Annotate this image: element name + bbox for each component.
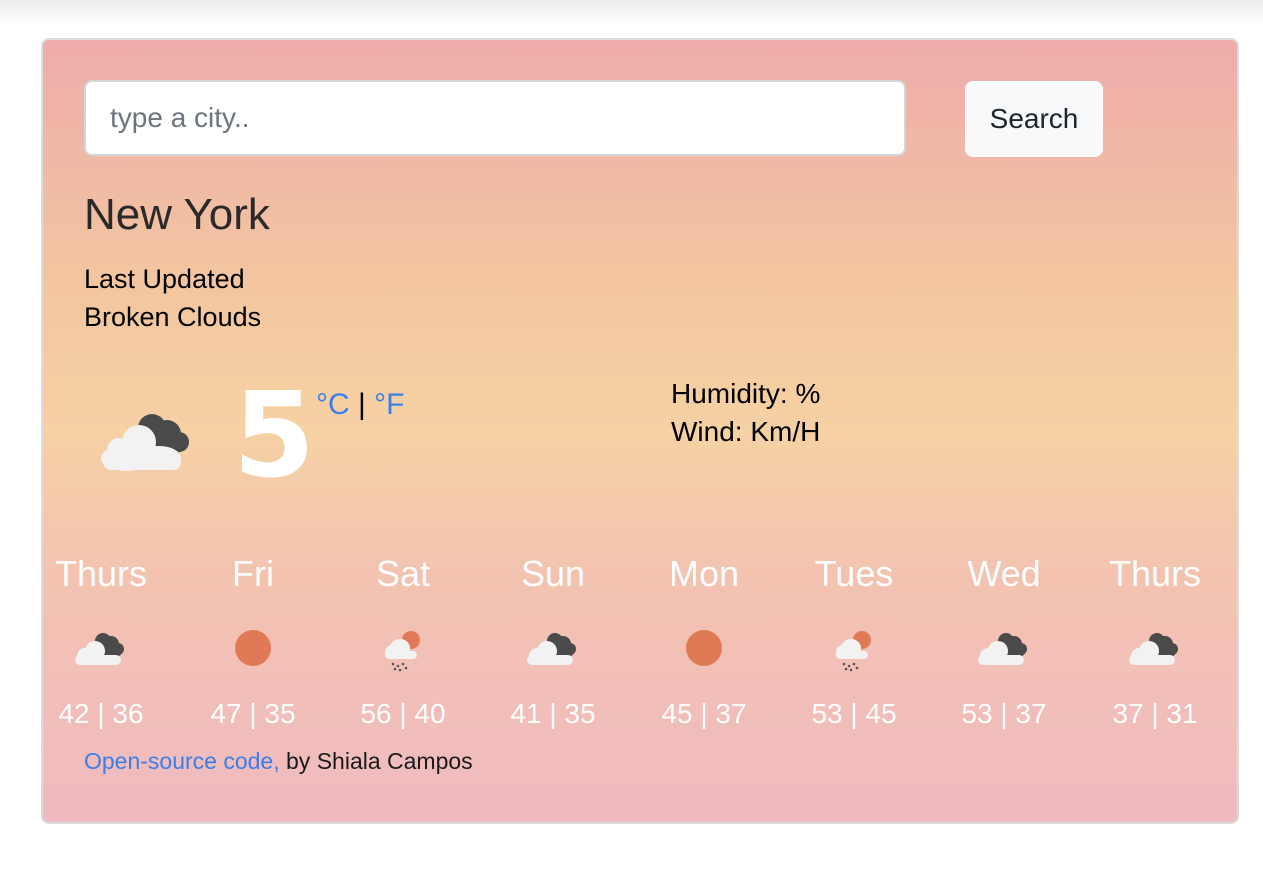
last-updated-text: Last Updated xyxy=(84,264,245,294)
forecast-high-low: 53 | 45 xyxy=(811,698,897,729)
broken-clouds-icon xyxy=(527,633,576,665)
search-button[interactable]: Search xyxy=(965,81,1103,157)
forecast-day-name: Wed xyxy=(967,553,1041,594)
forecast-row: Thurs 42 | 36 Fri 47 | 35 Sat 56 | 40 Sun 41 | … xyxy=(43,552,1237,742)
forecast-high-low: 41 | 35 xyxy=(510,698,596,729)
rain-sun-icon xyxy=(385,631,420,672)
forecast-day-name: Sat xyxy=(375,553,431,594)
unit-separator: | xyxy=(358,388,366,421)
forecast-day: Fri 47 | 35 xyxy=(178,552,328,730)
broken-clouds-icon xyxy=(101,414,189,471)
forecast-day: Wed 53 | 37 xyxy=(929,552,1079,730)
weather-app-card: Search New York Last Updated Broken Clou… xyxy=(41,38,1239,824)
forecast-day-name: Fri xyxy=(232,553,274,594)
current-temperature: 5 xyxy=(233,366,316,504)
forecast-high-low: 37 | 31 xyxy=(1112,698,1198,729)
broken-clouds-icon xyxy=(1129,633,1178,665)
forecast-day-name: Sun xyxy=(520,553,586,594)
fahrenheit-link[interactable]: °F xyxy=(374,388,404,421)
browser-top-shadow xyxy=(0,0,1263,24)
broken-clouds-icon xyxy=(75,633,124,665)
sun-icon xyxy=(235,630,271,666)
city-search-input[interactable] xyxy=(84,80,906,156)
broken-clouds-icon xyxy=(978,633,1027,665)
forecast-high-low: 42 | 36 xyxy=(58,698,144,729)
forecast-day-name: Tues xyxy=(814,553,894,594)
forecast-day: Mon 45 | 37 xyxy=(629,552,779,730)
open-source-link[interactable]: Open-source code, xyxy=(84,748,280,774)
city-name: New York xyxy=(84,190,270,239)
sun-icon xyxy=(686,630,722,666)
forecast-high-low: 53 | 37 xyxy=(961,698,1047,729)
forecast-high-low: 56 | 40 xyxy=(360,698,446,729)
humidity-text: Humidity: % xyxy=(671,378,821,409)
weather-description: Broken Clouds xyxy=(84,302,262,332)
unit-toggle: °C | °F xyxy=(316,388,404,422)
forecast-day: Thurs 42 | 36 xyxy=(43,552,176,730)
celsius-link[interactable]: °C xyxy=(316,388,350,421)
forecast-high-low: 47 | 35 xyxy=(210,698,296,729)
forecast-high-low: 45 | 37 xyxy=(661,698,747,729)
forecast-day: Sat 56 | 40 xyxy=(328,552,478,730)
footer-credit: Open-source code, by Shiala Campos xyxy=(84,748,473,775)
rain-sun-icon xyxy=(836,631,871,672)
wind-text: Wind: Km/H xyxy=(671,416,821,447)
forecast-day-name: Mon xyxy=(668,553,740,594)
forecast-day-name: Thurs xyxy=(1108,553,1202,594)
forecast-day-name: Thurs xyxy=(54,553,148,594)
forecast-day: Tues 53 | 45 xyxy=(779,552,929,730)
author-credit: by Shiala Campos xyxy=(279,748,473,774)
forecast-day: Thurs 37 | 31 xyxy=(1080,552,1230,730)
forecast-day: Sun 41 | 35 xyxy=(478,552,628,730)
